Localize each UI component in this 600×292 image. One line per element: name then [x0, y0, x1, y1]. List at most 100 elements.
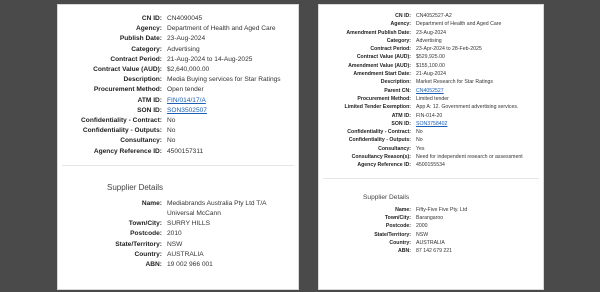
field-value: Advertising	[416, 37, 442, 44]
field-row-procurement-method: Procurement Method: Open tender	[58, 85, 298, 95]
field-label: Contract Period:	[370, 46, 411, 53]
field-value: No	[416, 137, 423, 144]
field-row-confidentiality-contract: Confidentiality - Contract: No	[319, 128, 543, 136]
field-row-name: Name: Fifty-Five Five Pty. Ltd	[319, 206, 543, 214]
field-label: Confidentiality - Contract:	[81, 117, 162, 125]
field-row-contract-value-aud: Contract Value (AUD): $529,925.00	[319, 53, 543, 61]
field-row-abn: ABN: 87 142 679 221	[319, 247, 543, 255]
supplier-details-heading: Supplier Details	[363, 193, 410, 201]
field-label: Category:	[131, 45, 162, 53]
field-value: Advertising	[167, 45, 200, 53]
contract-card-left: CN ID: CN4090045 Agency: Department of Heal…	[57, 4, 299, 290]
field-value: CN4052527-A2	[416, 13, 452, 19]
field-row-state-territory: State/Territory: NSW	[319, 231, 543, 239]
field-label: SON ID:	[391, 120, 411, 127]
supplier-details-heading: Supplier Details	[107, 182, 164, 192]
field-label: Procurement Method:	[93, 86, 162, 94]
field-value: CN4090045	[167, 15, 203, 22]
field-row-contract-value-aud: Contract Value (AUD): $2,640,000.00	[58, 65, 298, 75]
field-label: Amendment Publish Date:	[346, 29, 411, 36]
field-label: Description:	[380, 79, 411, 86]
field-row-consultancy-reason-s: Consultancy Reason(s): Need for independe…	[319, 153, 543, 161]
field-row-amendment-value-aud: Amendment Value (AUD): $155,100.00	[319, 62, 543, 70]
field-value: 23-Aug-2024	[167, 35, 206, 43]
field-value: Need for independent research or assessm…	[416, 154, 523, 161]
field-row-atm-id: ATM ID: FIN/014/17/A	[58, 96, 298, 106]
field-row-procurement-method: Procurement Method: Limited tender	[319, 95, 543, 103]
field-label: Country:	[134, 250, 162, 258]
field-value: Limited tender	[416, 95, 449, 102]
field-value: Media Buying services for Star Ratings	[167, 76, 281, 84]
field-value: 23-Apr-2024 to 28-Feb-2025	[416, 46, 482, 53]
field-label: Amendment Start Date:	[353, 71, 411, 78]
field-row-atm-id: ATM ID: FIN-014-20	[319, 112, 543, 120]
field-label: Agency Reference ID:	[357, 162, 411, 169]
field-label: Limited Tender Exemption:	[344, 104, 411, 111]
field-row-cn-id: CN ID: CN4052527-A2	[319, 12, 543, 20]
field-row-category: Category: Advertising	[319, 37, 543, 45]
field-value: NSW	[167, 240, 183, 248]
section-divider	[62, 164, 294, 166]
field-row-amendment-start-date: Amendment Start Date: 21-Aug-2024	[319, 70, 543, 78]
field-value: AUSTRALIA	[416, 239, 445, 246]
field-value: $155,100.00	[416, 62, 445, 69]
field-row-limited-tender-exemption: Limited Tender Exemption: App A: 12. Gove…	[319, 103, 543, 111]
field-value: No	[416, 129, 423, 136]
field-label: Consultancy Reason(s):	[351, 154, 411, 161]
field-value: 4500157311	[167, 147, 204, 155]
field-row-agency-reference-id: Agency Reference ID: 4500157311	[58, 147, 298, 157]
field-label: Town/City:	[384, 214, 411, 221]
field-row-contract-period: Contract Period: 23-Apr-2024 to 28-Feb-20…	[319, 45, 543, 53]
field-label: Contract Value (AUD):	[356, 54, 411, 61]
section-divider	[323, 177, 539, 179]
field-row-son-id: SON ID: SON3502507	[58, 106, 298, 116]
field-label: Contract Period:	[110, 55, 162, 63]
field-label: Category:	[386, 37, 411, 44]
field-label: Consultancy:	[120, 137, 162, 145]
field-value: Open tender	[167, 86, 204, 94]
field-value: Yes	[416, 145, 425, 152]
field-row-confidentiality-outputs: Confidentiality - Outputs: No	[58, 126, 298, 136]
field-row-description: Description: Market Research for Star Rat…	[319, 78, 543, 86]
field-row-contract-period: Contract Period: 21-Aug-2024 to 14-Aug-20…	[58, 55, 298, 65]
field-value-link[interactable]: CN4052527	[411, 87, 534, 95]
contract-card-right: CN ID: CN4052527-A2 Agency: Department of H…	[318, 4, 544, 290]
contract-details: CN ID: CN4090045 Agency: Department of Heal…	[58, 5, 298, 157]
field-value: 23-Aug-2024	[416, 29, 446, 36]
field-label: State/Territory:	[115, 240, 162, 248]
field-label: ABN:	[398, 248, 411, 255]
field-row-abn: ABN: 19 002 966 001	[58, 260, 298, 270]
field-row-state-territory: State/Territory: NSW	[58, 240, 298, 250]
field-value: Barangaroo	[416, 214, 444, 221]
field-value: 19 002 966 001	[167, 261, 213, 269]
field-label: Country:	[389, 239, 411, 246]
field-row-publish-date: Publish Date: 23-Aug-2024	[58, 34, 298, 44]
field-value: Fifty-Five Five Pty. Ltd	[416, 206, 468, 213]
field-value: App A: 12. Government advertising servic…	[416, 104, 519, 111]
field-label: ATM ID:	[391, 112, 411, 119]
field-label: Name:	[395, 206, 411, 213]
field-label: Confidentiality - Contract:	[347, 129, 411, 136]
field-value-link[interactable]: SON3758402	[411, 120, 534, 128]
field-value: SURRY HILLS	[167, 220, 211, 228]
field-row-country: Country: AUSTRALIA	[319, 239, 543, 247]
field-label: Agency:	[390, 21, 411, 28]
field-value: NSW	[416, 231, 429, 238]
field-label: Agency Reference ID:	[93, 147, 162, 155]
field-value: No	[167, 127, 176, 135]
field-label: Description:	[123, 76, 162, 84]
field-value: Mediabrands Australia Pty Ltd T/A Univer…	[167, 199, 267, 218]
field-value-link[interactable]: FIN/014/17/A	[162, 96, 282, 106]
field-row-cn-id: CN ID: CN4090045	[58, 14, 298, 24]
supplier-details: Name: Mediabrands Australia Pty Ltd T/A U…	[58, 199, 298, 270]
field-label: State/Territory:	[374, 231, 411, 238]
field-value: 2000	[416, 223, 428, 230]
field-row-agency: Agency: Department of Health and Aged Car…	[58, 24, 298, 34]
field-label: Confidentiality - Outputs:	[82, 127, 162, 135]
field-row-country: Country: AUSTRALIA	[58, 250, 298, 260]
field-value: Market Research for Star Ratings	[416, 79, 493, 86]
field-label: Amendment Value (AUD):	[348, 62, 411, 69]
field-value-link[interactable]: SON3502507	[162, 106, 282, 116]
field-row-postcode: Postcode: 2010	[58, 229, 298, 239]
contract-details: CN ID: CN4052527-A2 Agency: Department of H…	[319, 5, 543, 170]
